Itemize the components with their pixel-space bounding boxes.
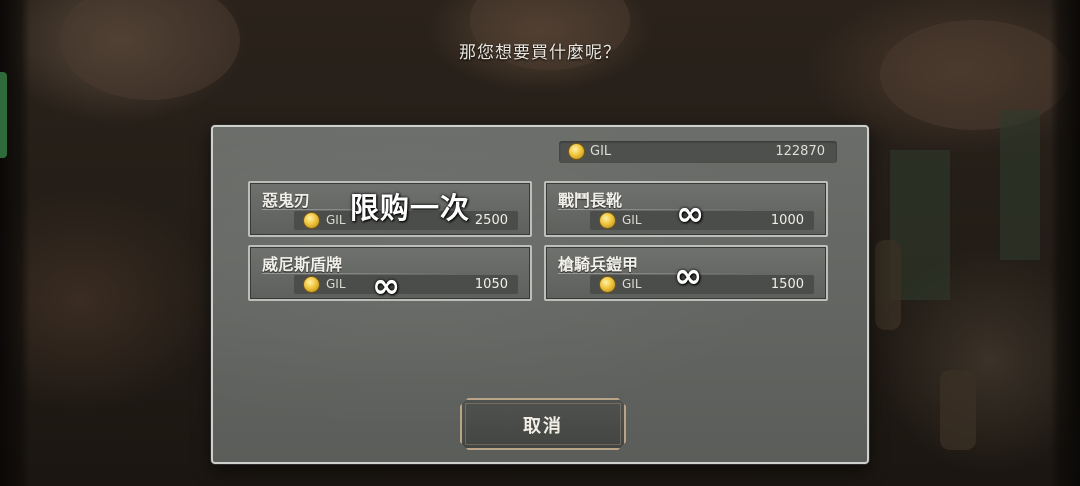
gil-coin-icon: [304, 277, 319, 292]
item-price: 1500: [770, 277, 804, 292]
cancel-button-label: 取消: [523, 416, 563, 437]
gil-coin-icon: [569, 144, 584, 159]
item-name: 槍騎兵鎧甲: [558, 255, 639, 274]
gil-coin-icon: [600, 277, 615, 292]
gil-balance: GIL 122870: [559, 141, 837, 163]
item-name: 戰鬥長靴: [558, 191, 623, 210]
background-statue: [875, 240, 901, 330]
currency-label: GIL: [326, 277, 346, 291]
currency-label: GIL: [622, 277, 642, 291]
item-name: 威尼斯盾牌: [262, 255, 343, 274]
item-divider: [262, 273, 462, 274]
currency-label: GIL: [326, 213, 346, 227]
unlimited-purchase-icon: ∞: [372, 266, 401, 306]
shop-panel: GIL 122870 惡鬼刃 GIL 2500 限购一次 戰鬥長靴 GIL 10…: [211, 125, 869, 464]
screen-edge-right: [1050, 0, 1080, 486]
item-name: 惡鬼刃: [262, 191, 311, 210]
shop-item-venetian-shield[interactable]: 威尼斯盾牌 GIL 1050 ∞: [248, 245, 532, 306]
shop-item-lancer-armor[interactable]: 槍騎兵鎧甲 GIL 1500 ∞: [544, 245, 828, 301]
gil-label: GIL: [590, 144, 612, 159]
cancel-button[interactable]: 取消: [460, 398, 626, 450]
item-price: 1050: [474, 277, 508, 292]
item-price-bar: GIL 1050: [294, 275, 518, 294]
background-banner: [1000, 110, 1040, 260]
gil-coin-icon: [304, 213, 319, 228]
shop-item-demon-blade[interactable]: 惡鬼刃 GIL 2500 限购一次: [248, 181, 532, 237]
purchase-limit-label: 限购一次: [350, 191, 471, 225]
item-divider: [558, 273, 758, 274]
shop-item-battle-boots[interactable]: 戰鬥長靴 GIL 1000 ∞: [544, 181, 828, 237]
side-tab-handle[interactable]: [0, 72, 7, 158]
gil-balance-value: 122870: [775, 144, 825, 159]
unlimited-purchase-icon: ∞: [674, 256, 703, 296]
background-hut: [880, 20, 1070, 130]
item-price: 1000: [770, 213, 804, 228]
background-character: [940, 370, 976, 450]
unlimited-purchase-icon: ∞: [676, 194, 705, 234]
item-divider: [558, 209, 758, 210]
gil-coin-icon: [600, 213, 615, 228]
shopkeeper-prompt: 那您想要買什麼呢？: [459, 43, 621, 63]
item-price: 2500: [474, 213, 508, 228]
currency-label: GIL: [622, 213, 642, 227]
